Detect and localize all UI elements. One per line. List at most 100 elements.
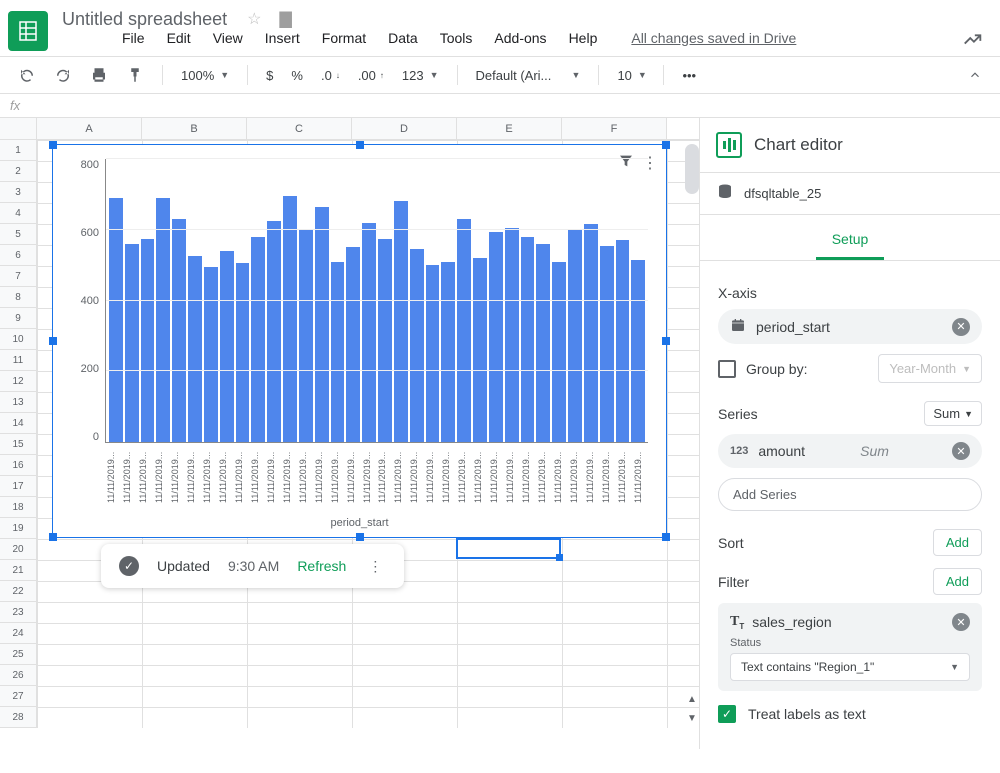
currency-button[interactable]: $ xyxy=(260,64,279,87)
row-header[interactable]: 26 xyxy=(0,665,37,686)
filter-condition-select[interactable]: Text contains "Region_1"▼ xyxy=(730,653,970,681)
menu-format[interactable]: Format xyxy=(322,30,366,46)
column-header[interactable]: B xyxy=(142,118,247,139)
chart-bar[interactable] xyxy=(346,247,360,442)
formula-bar[interactable]: fx xyxy=(0,94,1000,118)
doc-title[interactable]: Untitled spreadsheet xyxy=(58,9,227,30)
remove-series-icon[interactable]: ✕ xyxy=(952,442,970,460)
chart-bar[interactable] xyxy=(109,198,123,442)
xaxis-field-chip[interactable]: period_start ✕ xyxy=(718,309,982,344)
row-header[interactable]: 1 xyxy=(0,140,37,161)
resize-handle[interactable] xyxy=(356,533,364,541)
row-header[interactable]: 9 xyxy=(0,308,37,329)
add-series-button[interactable]: Add Series xyxy=(718,478,982,511)
chart-bar[interactable] xyxy=(141,239,155,442)
row-header[interactable]: 23 xyxy=(0,602,37,623)
row-header[interactable]: 14 xyxy=(0,413,37,434)
chart-object[interactable]: ⋮ 8006004002000 11/11/2019...11/11/2019.… xyxy=(52,144,667,538)
group-by-checkbox[interactable] xyxy=(718,360,736,378)
chart-bar[interactable] xyxy=(631,260,645,442)
row-header[interactable]: 22 xyxy=(0,581,37,602)
row-header[interactable]: 27 xyxy=(0,686,37,707)
trending-up-icon[interactable] xyxy=(962,28,984,55)
column-header[interactable]: F xyxy=(562,118,667,139)
chart-bar[interactable] xyxy=(441,262,455,442)
tab-setup[interactable]: Setup xyxy=(816,223,885,260)
chart-bar[interactable] xyxy=(457,219,471,442)
menu-insert[interactable]: Insert xyxy=(265,30,300,46)
row-header[interactable]: 25 xyxy=(0,644,37,665)
column-header[interactable]: C xyxy=(247,118,352,139)
chart-bar[interactable] xyxy=(188,256,202,442)
chart-bar[interactable] xyxy=(552,262,566,442)
chart-bar[interactable] xyxy=(283,196,297,442)
row-header[interactable]: 21 xyxy=(0,560,37,581)
chart-bar[interactable] xyxy=(394,201,408,442)
chart-bar[interactable] xyxy=(204,267,218,442)
collapse-toolbar-button[interactable] xyxy=(962,64,988,86)
column-header[interactable]: D xyxy=(352,118,457,139)
refresh-button[interactable]: Refresh xyxy=(297,558,346,574)
active-cell[interactable] xyxy=(456,538,561,559)
sheets-logo-icon[interactable] xyxy=(8,11,48,51)
group-by-select[interactable]: Year-Month▼ xyxy=(878,354,982,383)
redo-button[interactable] xyxy=(48,62,78,88)
chart-bar[interactable] xyxy=(251,237,265,442)
star-icon[interactable]: ☆ xyxy=(247,9,261,29)
chart-bar[interactable] xyxy=(378,239,392,442)
vertical-scrollbar[interactable] xyxy=(685,144,699,194)
scroll-up-icon[interactable]: ▲ xyxy=(687,694,697,705)
row-header[interactable]: 3 xyxy=(0,182,37,203)
select-all-corner[interactable] xyxy=(0,118,37,139)
row-header[interactable]: 28 xyxy=(0,707,37,728)
font-select[interactable]: Default (Ari...▼ xyxy=(470,64,587,87)
paint-format-button[interactable] xyxy=(120,62,150,88)
chart-bar[interactable] xyxy=(426,265,440,442)
resize-handle[interactable] xyxy=(49,533,57,541)
column-header[interactable]: A xyxy=(37,118,142,139)
undo-button[interactable] xyxy=(12,62,42,88)
row-header[interactable]: 10 xyxy=(0,329,37,350)
status-more-icon[interactable]: ⋮ xyxy=(364,558,386,575)
resize-handle[interactable] xyxy=(662,337,670,345)
more-toolbar-button[interactable]: ••• xyxy=(676,64,702,87)
changes-saved-link[interactable]: All changes saved in Drive xyxy=(631,30,796,46)
add-filter-button[interactable]: Add xyxy=(933,568,982,595)
row-header[interactable]: 16 xyxy=(0,455,37,476)
chart-bar[interactable] xyxy=(125,244,139,442)
resize-handle[interactable] xyxy=(662,141,670,149)
folder-icon[interactable]: ▇ xyxy=(279,9,291,29)
resize-handle[interactable] xyxy=(356,141,364,149)
menu-help[interactable]: Help xyxy=(569,30,598,46)
row-header[interactable]: 2 xyxy=(0,161,37,182)
series-field-chip[interactable]: 123 amount Sum ✕ xyxy=(718,434,982,468)
resize-handle[interactable] xyxy=(49,337,57,345)
remove-xaxis-icon[interactable]: ✕ xyxy=(952,318,970,336)
font-size-select[interactable]: 10▼ xyxy=(611,64,651,87)
more-formats-button[interactable]: 123▼ xyxy=(396,64,445,87)
chart-bar[interactable] xyxy=(410,249,424,442)
row-header[interactable]: 19 xyxy=(0,518,37,539)
chart-bar[interactable] xyxy=(505,228,519,442)
chart-bar[interactable] xyxy=(156,198,170,442)
dec-less-button[interactable]: .0↓ xyxy=(315,64,346,87)
resize-handle[interactable] xyxy=(49,141,57,149)
chart-bar[interactable] xyxy=(236,263,250,442)
row-header[interactable]: 17 xyxy=(0,476,37,497)
dec-more-button[interactable]: .00↑ xyxy=(352,64,390,87)
menu-view[interactable]: View xyxy=(213,30,243,46)
menu-data[interactable]: Data xyxy=(388,30,418,46)
chart-bar[interactable] xyxy=(568,230,582,442)
chart-bar[interactable] xyxy=(489,232,503,442)
row-header[interactable]: 13 xyxy=(0,392,37,413)
series-agg-select[interactable]: Sum▼ xyxy=(924,401,982,426)
row-header[interactable]: 18 xyxy=(0,497,37,518)
row-header[interactable]: 5 xyxy=(0,224,37,245)
row-header[interactable]: 12 xyxy=(0,371,37,392)
row-header[interactable]: 20 xyxy=(0,539,37,560)
treat-labels-checkbox[interactable]: ✓ xyxy=(718,705,736,723)
row-header[interactable]: 15 xyxy=(0,434,37,455)
row-header[interactable]: 8 xyxy=(0,287,37,308)
chart-bar[interactable] xyxy=(362,223,376,442)
chart-bar[interactable] xyxy=(315,207,329,442)
